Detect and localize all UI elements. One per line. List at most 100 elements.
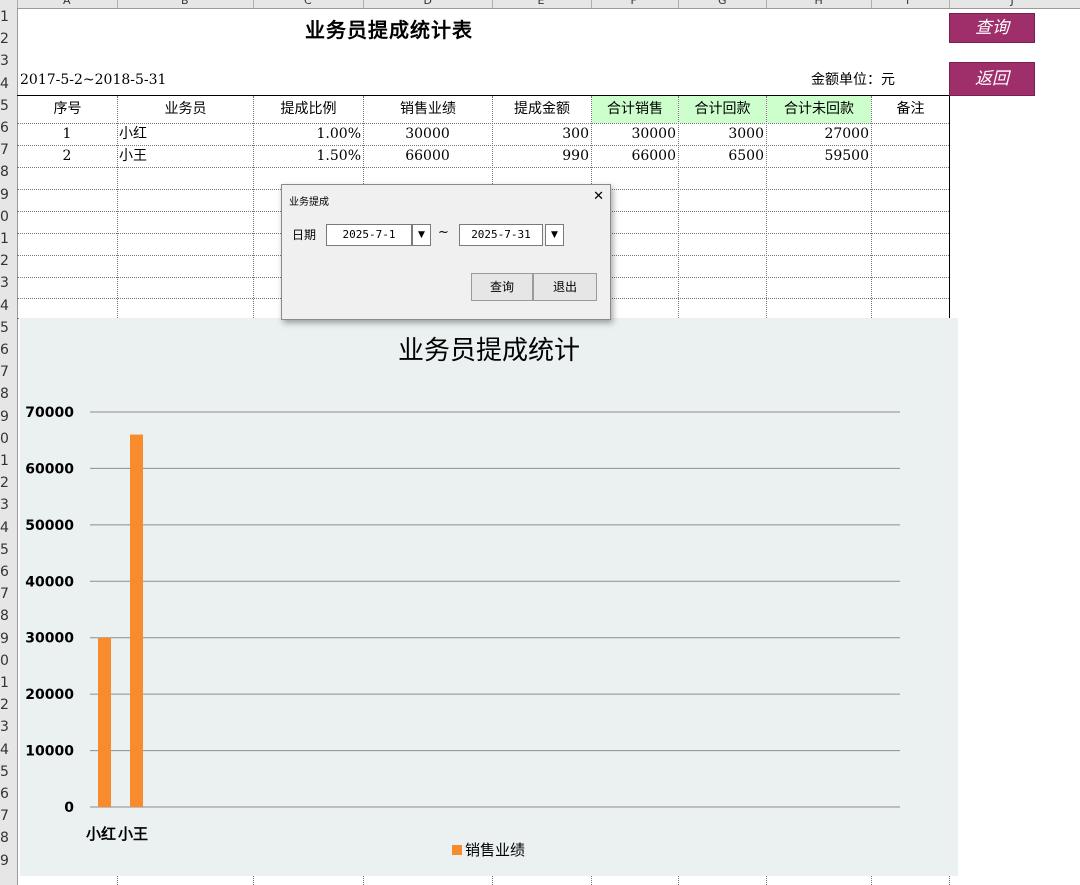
grid-line — [17, 167, 949, 168]
start-date-dropdown[interactable]: ▼ — [412, 224, 431, 246]
row-label[interactable]: 8 — [0, 387, 12, 401]
header-total-unpaid[interactable]: 合计未回款 — [767, 96, 871, 123]
row-label[interactable]: 7 — [0, 809, 12, 823]
row-label[interactable]: 4 — [0, 743, 12, 757]
column-separator — [363, 0, 364, 8]
row-label[interactable]: 4 — [0, 299, 12, 313]
header-no[interactable]: 序号 — [18, 96, 117, 123]
x-tick-label: 小王 — [118, 825, 148, 843]
row-label[interactable]: 8 — [0, 165, 12, 179]
bar-小王 — [130, 434, 143, 807]
grid-line — [117, 96, 118, 318]
row-label[interactable]: 1 — [0, 676, 12, 690]
header-total-sales[interactable]: 合计销售 — [592, 96, 678, 123]
row-label[interactable]: 8 — [0, 831, 12, 845]
column-label[interactable]: B — [181, 0, 189, 7]
row-label[interactable]: 5 — [0, 321, 12, 335]
row-label[interactable]: 0 — [0, 432, 12, 446]
cell-name[interactable]: 小红 — [119, 124, 251, 144]
row-label[interactable]: 2 — [0, 254, 12, 268]
cell-commission[interactable]: 990 — [494, 146, 589, 166]
header-note[interactable]: 备注 — [872, 96, 949, 123]
cell-no[interactable]: 1 — [19, 124, 115, 144]
column-label[interactable]: F — [631, 0, 637, 7]
grid-line — [117, 876, 118, 885]
dialog-exit-button[interactable]: 退出 — [533, 273, 597, 301]
row-label[interactable]: 1 — [0, 454, 12, 468]
column-label[interactable]: I — [906, 0, 909, 7]
cell-total-paid[interactable]: 6500 — [680, 146, 764, 166]
row-label[interactable]: 6 — [0, 787, 12, 801]
column-label[interactable]: A — [63, 0, 71, 7]
sheet-back-button[interactable]: 返回 — [949, 62, 1035, 96]
cell-total-paid[interactable]: 3000 — [680, 124, 764, 144]
header-sales[interactable]: 销售业绩 — [364, 96, 492, 123]
start-date-input[interactable]: 2025-7-1 — [326, 224, 412, 246]
row-label[interactable]: 3 — [0, 276, 12, 290]
dialog-title: 业务提成 — [289, 197, 329, 208]
row-label[interactable]: 3 — [0, 54, 12, 68]
row-label[interactable]: 6 — [0, 121, 12, 135]
row-label[interactable]: 1 — [0, 10, 12, 24]
end-date-input[interactable]: 2025-7-31 — [459, 224, 543, 246]
row-label[interactable]: 5 — [0, 99, 12, 113]
cell-total-unpaid[interactable]: 27000 — [768, 124, 869, 144]
y-tick-label: 70000 — [25, 405, 74, 421]
header-rate[interactable]: 提成比例 — [254, 96, 363, 123]
row-label[interactable]: 6 — [0, 565, 12, 579]
row-label[interactable]: 1 — [0, 232, 12, 246]
row-label[interactable]: 3 — [0, 498, 12, 512]
cell-total-unpaid[interactable]: 59500 — [768, 146, 869, 166]
cell-rate[interactable]: 1.00% — [255, 124, 361, 144]
column-label[interactable]: H — [815, 0, 823, 7]
cell-total-sales[interactable]: 30000 — [593, 124, 676, 144]
triangle-down-icon: ▼ — [551, 230, 558, 240]
chart-svg: 业务员提成统计 0 10000 20000 30000 40000 50000 60000 70… — [25, 336, 900, 859]
column-label[interactable]: G — [718, 0, 727, 7]
y-tick-label: 30000 — [25, 631, 74, 647]
cell-total-sales[interactable]: 66000 — [593, 146, 676, 166]
row-label[interactable]: 5 — [0, 543, 12, 557]
column-separator — [17, 0, 18, 8]
row-label[interactable]: 5 — [0, 765, 12, 779]
row-label[interactable]: 2 — [0, 32, 12, 46]
row-label[interactable]: 9 — [0, 854, 12, 868]
row-label[interactable]: 4 — [0, 77, 12, 91]
dialog-query-button[interactable]: 查询 — [471, 273, 533, 301]
row-label[interactable]: 3 — [0, 720, 12, 734]
row-label[interactable]: 9 — [0, 188, 12, 202]
row-label[interactable]: 9 — [0, 410, 12, 424]
row-label[interactable]: 0 — [0, 654, 12, 668]
cell-sales[interactable]: 30000 — [365, 124, 490, 144]
row-label[interactable]: 7 — [0, 143, 12, 157]
grid-line — [363, 876, 364, 885]
row-label[interactable]: 2 — [0, 698, 12, 712]
amount-unit-text: 金额单位：元 — [811, 72, 895, 88]
row-label[interactable]: 0 — [0, 210, 12, 224]
row-label[interactable]: 7 — [0, 365, 12, 379]
cell-commission[interactable]: 300 — [494, 124, 589, 144]
cell-no[interactable]: 2 — [19, 146, 115, 166]
grid-line — [253, 96, 254, 318]
cell-rate[interactable]: 1.50% — [255, 146, 361, 166]
column-label[interactable]: C — [304, 0, 312, 7]
column-separator — [678, 0, 679, 8]
row-label[interactable]: 6 — [0, 343, 12, 357]
column-label[interactable]: J — [1011, 0, 1014, 7]
row-label[interactable]: 9 — [0, 632, 12, 646]
close-icon[interactable]: ✕ — [593, 189, 604, 205]
column-label[interactable]: E — [538, 0, 545, 7]
cell-sales[interactable]: 66000 — [365, 146, 490, 166]
end-date-dropdown[interactable]: ▼ — [545, 224, 564, 246]
row-label[interactable]: 8 — [0, 609, 12, 623]
row-label[interactable]: 7 — [0, 587, 12, 601]
row-label[interactable]: 2 — [0, 476, 12, 490]
column-label[interactable]: D — [424, 0, 432, 7]
header-total-paid[interactable]: 合计回款 — [679, 96, 766, 123]
cell-name[interactable]: 小王 — [119, 146, 251, 166]
header-commission[interactable]: 提成金额 — [493, 96, 591, 123]
grid-line — [492, 876, 493, 885]
sheet-query-button[interactable]: 查询 — [949, 13, 1035, 43]
row-label[interactable]: 4 — [0, 521, 12, 535]
header-name[interactable]: 业务员 — [118, 96, 253, 123]
